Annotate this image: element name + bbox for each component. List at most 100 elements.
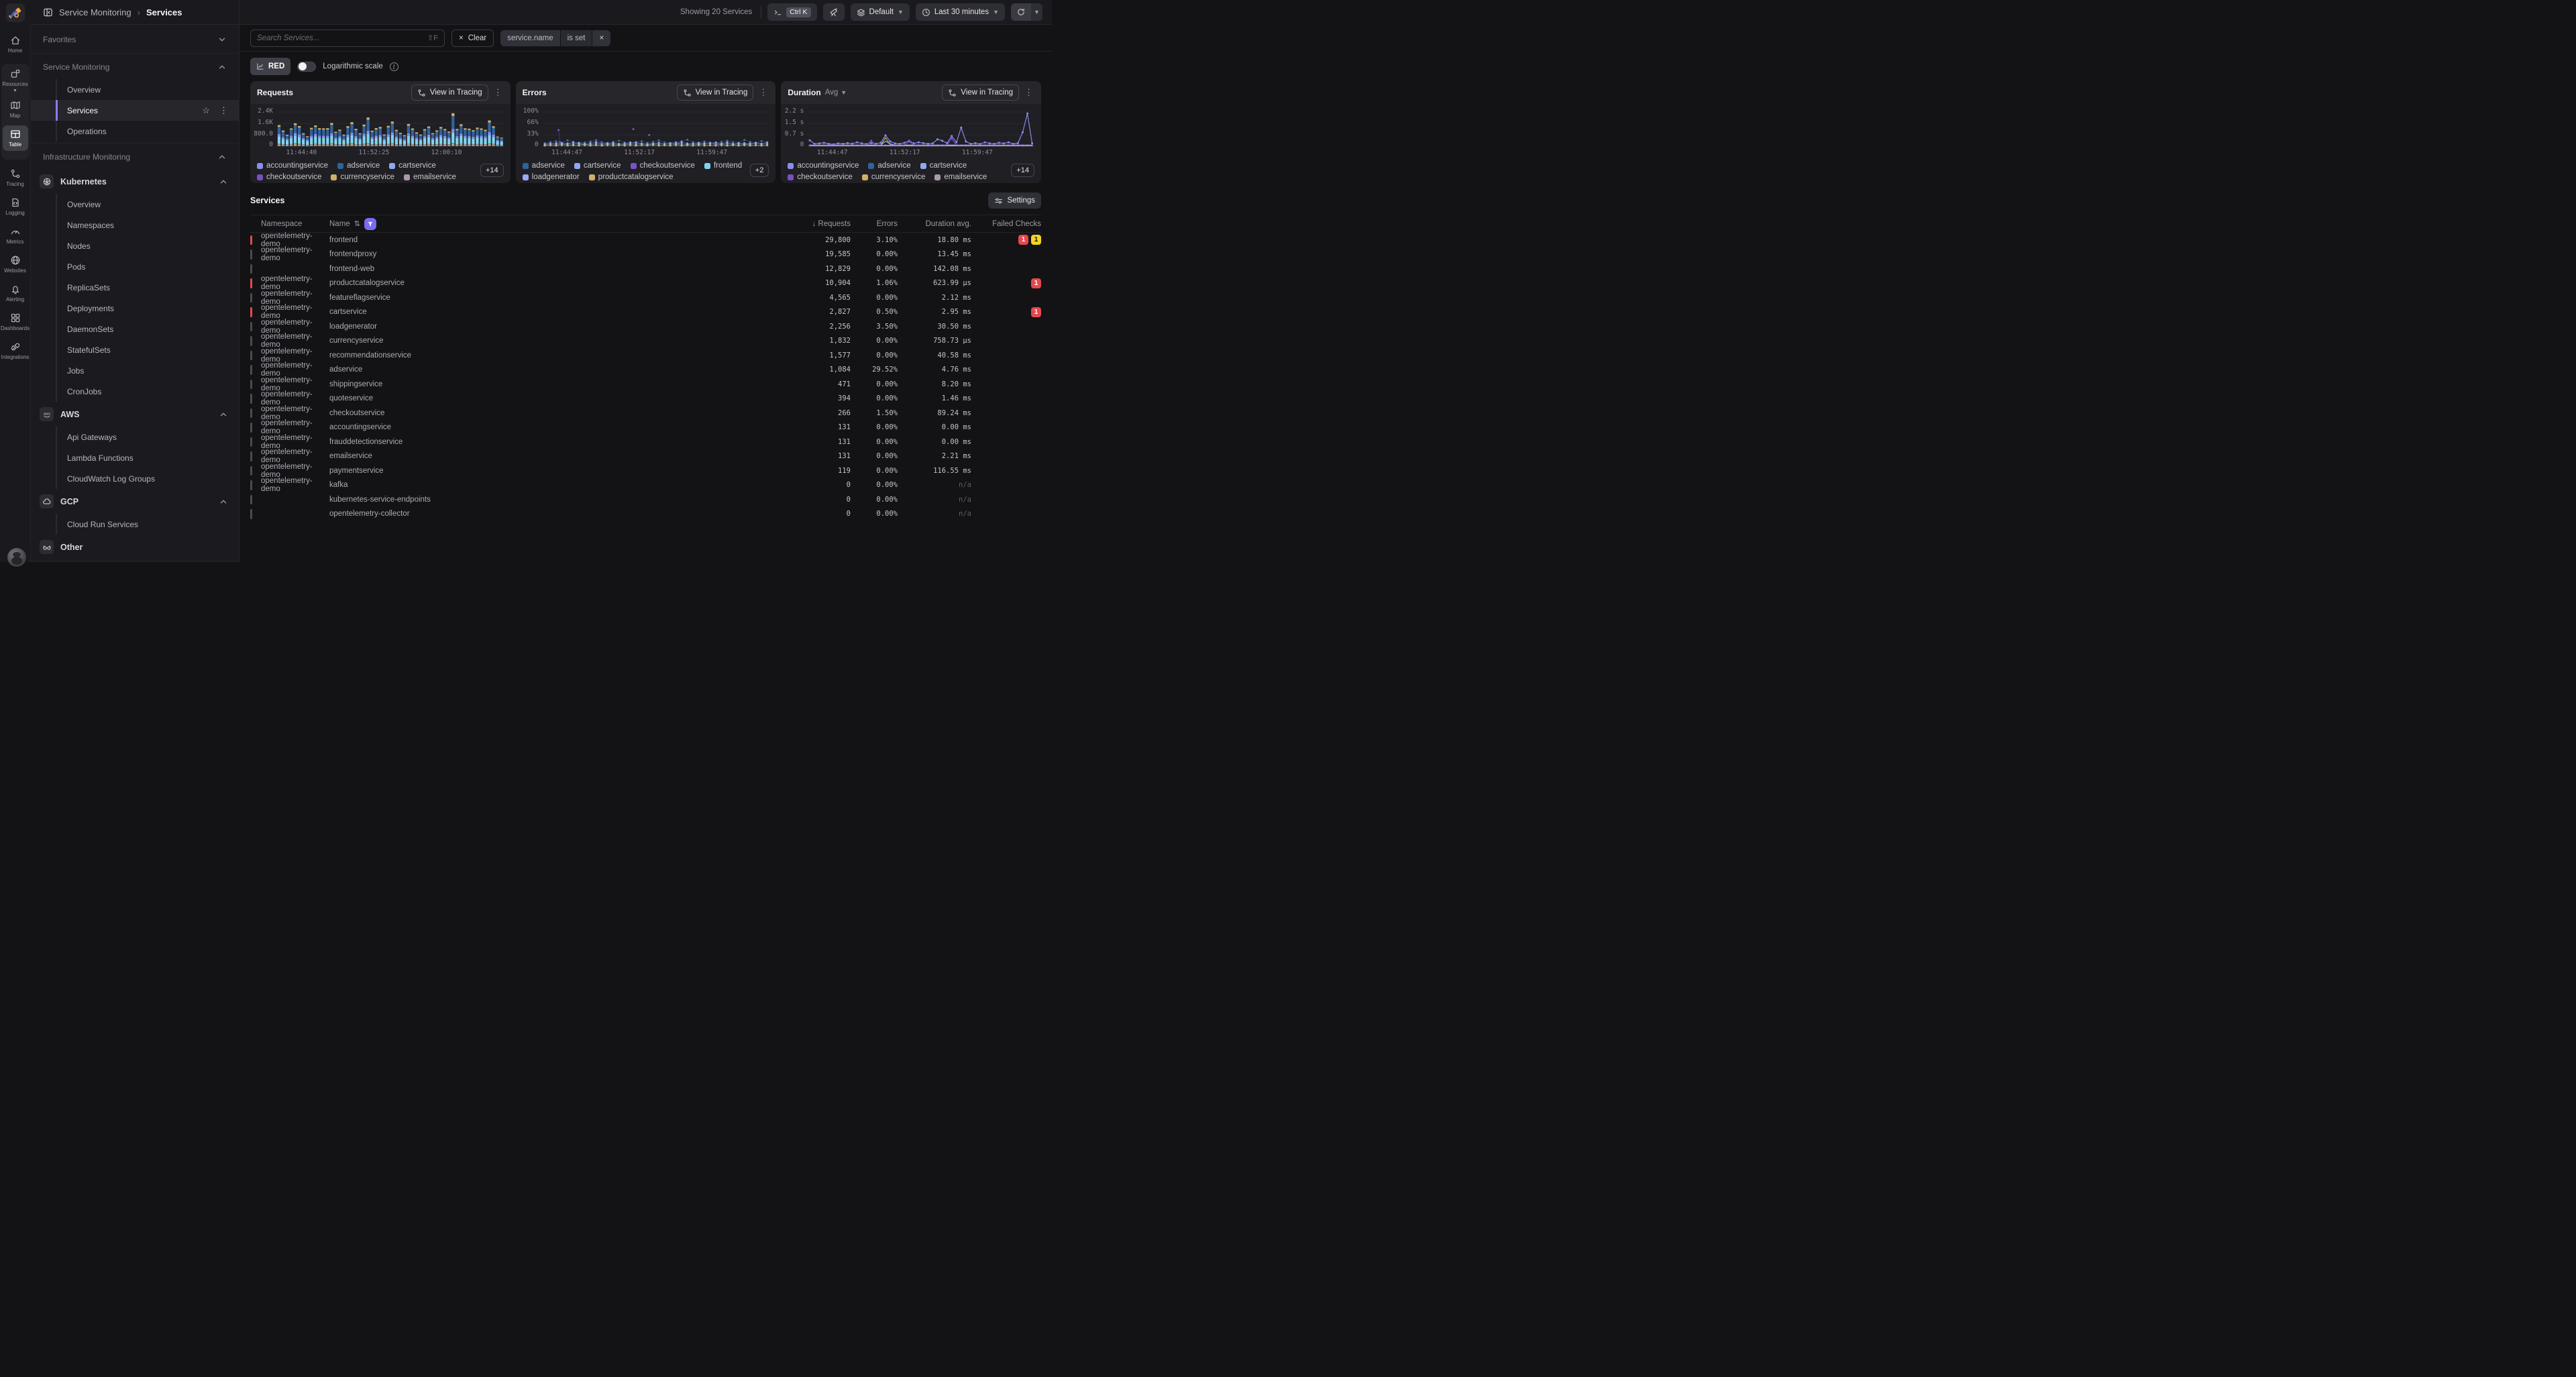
cell-name[interactable]: quoteservice [329, 394, 770, 402]
legend-item[interactable]: accountingservice [788, 162, 859, 170]
rail-item-resources[interactable]: Resources ▼ [1, 68, 30, 93]
rail-item-tracing[interactable]: Tracing [1, 168, 30, 187]
column-failed-checks[interactable]: Failed Checks [971, 220, 1041, 228]
column-duration[interactable]: Duration avg. [898, 220, 971, 228]
cell-name[interactable]: frauddetectionservice [329, 438, 770, 446]
sidebar-item-cronjobs[interactable]: CronJobs [31, 381, 239, 402]
legend-item[interactable]: currencyservice [861, 173, 925, 181]
legend-item[interactable]: productcatalogservice [588, 173, 674, 181]
legend-item[interactable]: cartservice [920, 162, 967, 170]
column-errors[interactable]: Errors [851, 220, 898, 228]
user-avatar[interactable] [7, 548, 26, 567]
column-requests[interactable]: ↓ Requests [770, 220, 851, 228]
cell-name[interactable]: paymentservice [329, 467, 770, 475]
table-row[interactable]: opentelemetry-demo accountingservice 131 0.… [250, 419, 1041, 435]
table-row[interactable]: opentelemetry-demo shippingservice 471 0.00… [250, 376, 1041, 392]
info-icon[interactable]: i [389, 62, 398, 71]
table-row[interactable]: kubernetes-service-endpoints 0 0.00% n/a [250, 492, 1041, 507]
time-range-select[interactable]: Last 30 minutes ▼ [915, 3, 1005, 21]
cell-name[interactable]: kubernetes-service-endpoints [329, 496, 770, 504]
kebab-menu-icon[interactable]: ⋮ [1023, 87, 1034, 98]
rail-item-map[interactable]: Map [1, 100, 30, 119]
table-row[interactable]: opentelemetry-demo frauddetectionservice 1… [250, 434, 1041, 450]
sidebar-item-nodes[interactable]: Nodes [31, 235, 239, 256]
refresh-button[interactable] [1011, 3, 1031, 21]
explore-telescope-button[interactable] [822, 3, 845, 21]
cell-name[interactable]: recommendationservice [329, 351, 770, 360]
sidebar-item-overview[interactable]: Overview [31, 79, 239, 100]
table-row[interactable]: opentelemetry-demo quoteservice 394 0.00% 1.… [250, 390, 1041, 406]
legend-item[interactable]: adservice [522, 162, 565, 170]
legend-item[interactable]: checkoutservice [630, 162, 695, 170]
cell-name[interactable]: shippingservice [329, 380, 770, 388]
cell-name[interactable]: opentelemetry-collector [329, 510, 770, 518]
cell-name[interactable]: emailservice [329, 452, 770, 460]
sidebar-item-jobs[interactable]: Jobs [31, 360, 239, 381]
table-row[interactable]: opentelemetry-demo productcatalogservice 1… [250, 275, 1041, 291]
legend-item[interactable]: checkoutservice [257, 173, 321, 181]
legend-more-badge[interactable]: +14 [1011, 164, 1035, 177]
cell-name[interactable]: kafka [329, 481, 770, 489]
environment-select[interactable]: Default ▼ [850, 3, 910, 21]
sidebar-item-daemonsets[interactable]: DaemonSets [31, 319, 239, 339]
chart-plot[interactable] [542, 109, 769, 149]
sidebar-item-cloud-run-services[interactable]: Cloud Run Services [31, 514, 239, 535]
filter-chip-operator[interactable]: is set [560, 30, 592, 46]
sidebar-item-lambda-functions[interactable]: Lambda Functions [31, 447, 239, 468]
legend-item[interactable]: cartservice [389, 162, 436, 170]
clear-filters-button[interactable]: × Clear [451, 29, 494, 47]
failed-check-badge-yellow[interactable]: 1 [1031, 235, 1041, 245]
logarithmic-scale-toggle[interactable] [297, 61, 317, 72]
failed-check-badge-red[interactable]: 1 [1031, 278, 1041, 288]
failed-check-badge-red[interactable]: 1 [1031, 307, 1041, 317]
legend-item[interactable]: frontend [704, 162, 742, 170]
duration-agg-select[interactable]: Avg ▼ [825, 89, 847, 97]
legend-item[interactable]: loadgenerator [522, 173, 580, 181]
table-row[interactable]: opentelemetry-demo checkoutservice 266 1.50… [250, 405, 1041, 421]
cell-name[interactable]: featureflagservice [329, 294, 770, 302]
cell-name[interactable]: checkoutservice [329, 409, 770, 417]
name-filter-badge[interactable] [364, 217, 376, 230]
legend-item[interactable]: accountingservice [257, 162, 328, 170]
nav-group-aws[interactable]: aws AWS [31, 402, 239, 427]
sidebar-item-api-gateways[interactable]: Api Gateways [31, 427, 239, 447]
table-row[interactable]: opentelemetry-demo frontend 29,800 3.10% 18.… [250, 232, 1041, 248]
collapse-sidebar-icon[interactable] [43, 7, 53, 17]
sidebar-item-statefulsets[interactable]: StatefulSets [31, 339, 239, 360]
sidebar-item-operations[interactable]: Operations [31, 121, 239, 142]
view-in-tracing-button[interactable]: View in Tracing [942, 85, 1020, 101]
rail-item-dashboards[interactable]: Dashboards [1, 313, 30, 331]
cell-name[interactable]: frontend-web [329, 265, 770, 273]
column-name[interactable]: Name ⇅ [329, 217, 770, 230]
cell-name[interactable]: currencyservice [329, 337, 770, 345]
legend-item[interactable]: emailservice [934, 173, 987, 181]
failed-check-badge-red[interactable]: 1 [1018, 235, 1028, 245]
view-in-tracing-button[interactable]: View in Tracing [411, 85, 488, 101]
rail-item-metrics[interactable]: Metrics [1, 226, 30, 245]
kebab-menu-icon[interactable]: ⋮ [757, 87, 769, 98]
view-in-tracing-button[interactable]: View in Tracing [676, 85, 754, 101]
column-namespace[interactable]: Namespace [250, 220, 329, 228]
nav-group-other[interactable]: Other [31, 535, 239, 559]
table-row[interactable]: opentelemetry-demo kafka 0 0.00% n/a [250, 477, 1041, 493]
app-logo-telescope-icon[interactable] [6, 3, 25, 22]
legend-item[interactable]: adservice [868, 162, 911, 170]
table-row[interactable]: opentelemetry-demo currencyservice 1,832 0.… [250, 333, 1041, 349]
table-row[interactable]: opentelemetry-demo loadgenerator 2,256 3.50… [250, 319, 1041, 335]
cell-name[interactable]: loadgenerator [329, 323, 770, 331]
nav-section-favorites[interactable]: Favorites [31, 27, 239, 52]
nav-section-infrastructure-monitoring[interactable]: Infrastructure Monitoring [31, 145, 239, 169]
filter-chip-field[interactable]: service.name [500, 30, 560, 46]
sidebar-item-cloudwatch-log-groups[interactable]: CloudWatch Log Groups [31, 468, 239, 489]
nav-group-kubernetes[interactable]: Kubernetes [31, 169, 239, 194]
table-settings-button[interactable]: Settings [988, 192, 1041, 209]
cell-name[interactable]: frontend [329, 236, 770, 244]
table-row[interactable]: opentelemetry-demo recommendationservice 1… [250, 347, 1041, 364]
legend-item[interactable]: adservice [337, 162, 380, 170]
cell-name[interactable]: accountingservice [329, 423, 770, 431]
star-icon[interactable]: ☆ [202, 105, 210, 116]
legend-item[interactable]: checkoutservice [788, 173, 853, 181]
rail-item-integrations[interactable]: Integrations [1, 341, 30, 360]
table-row[interactable]: opentelemetry-demo frontendproxy 19,585 0.0… [250, 246, 1041, 262]
table-row[interactable]: opentelemetry-demo cartservice 2,827 0.50% 2… [250, 304, 1041, 320]
